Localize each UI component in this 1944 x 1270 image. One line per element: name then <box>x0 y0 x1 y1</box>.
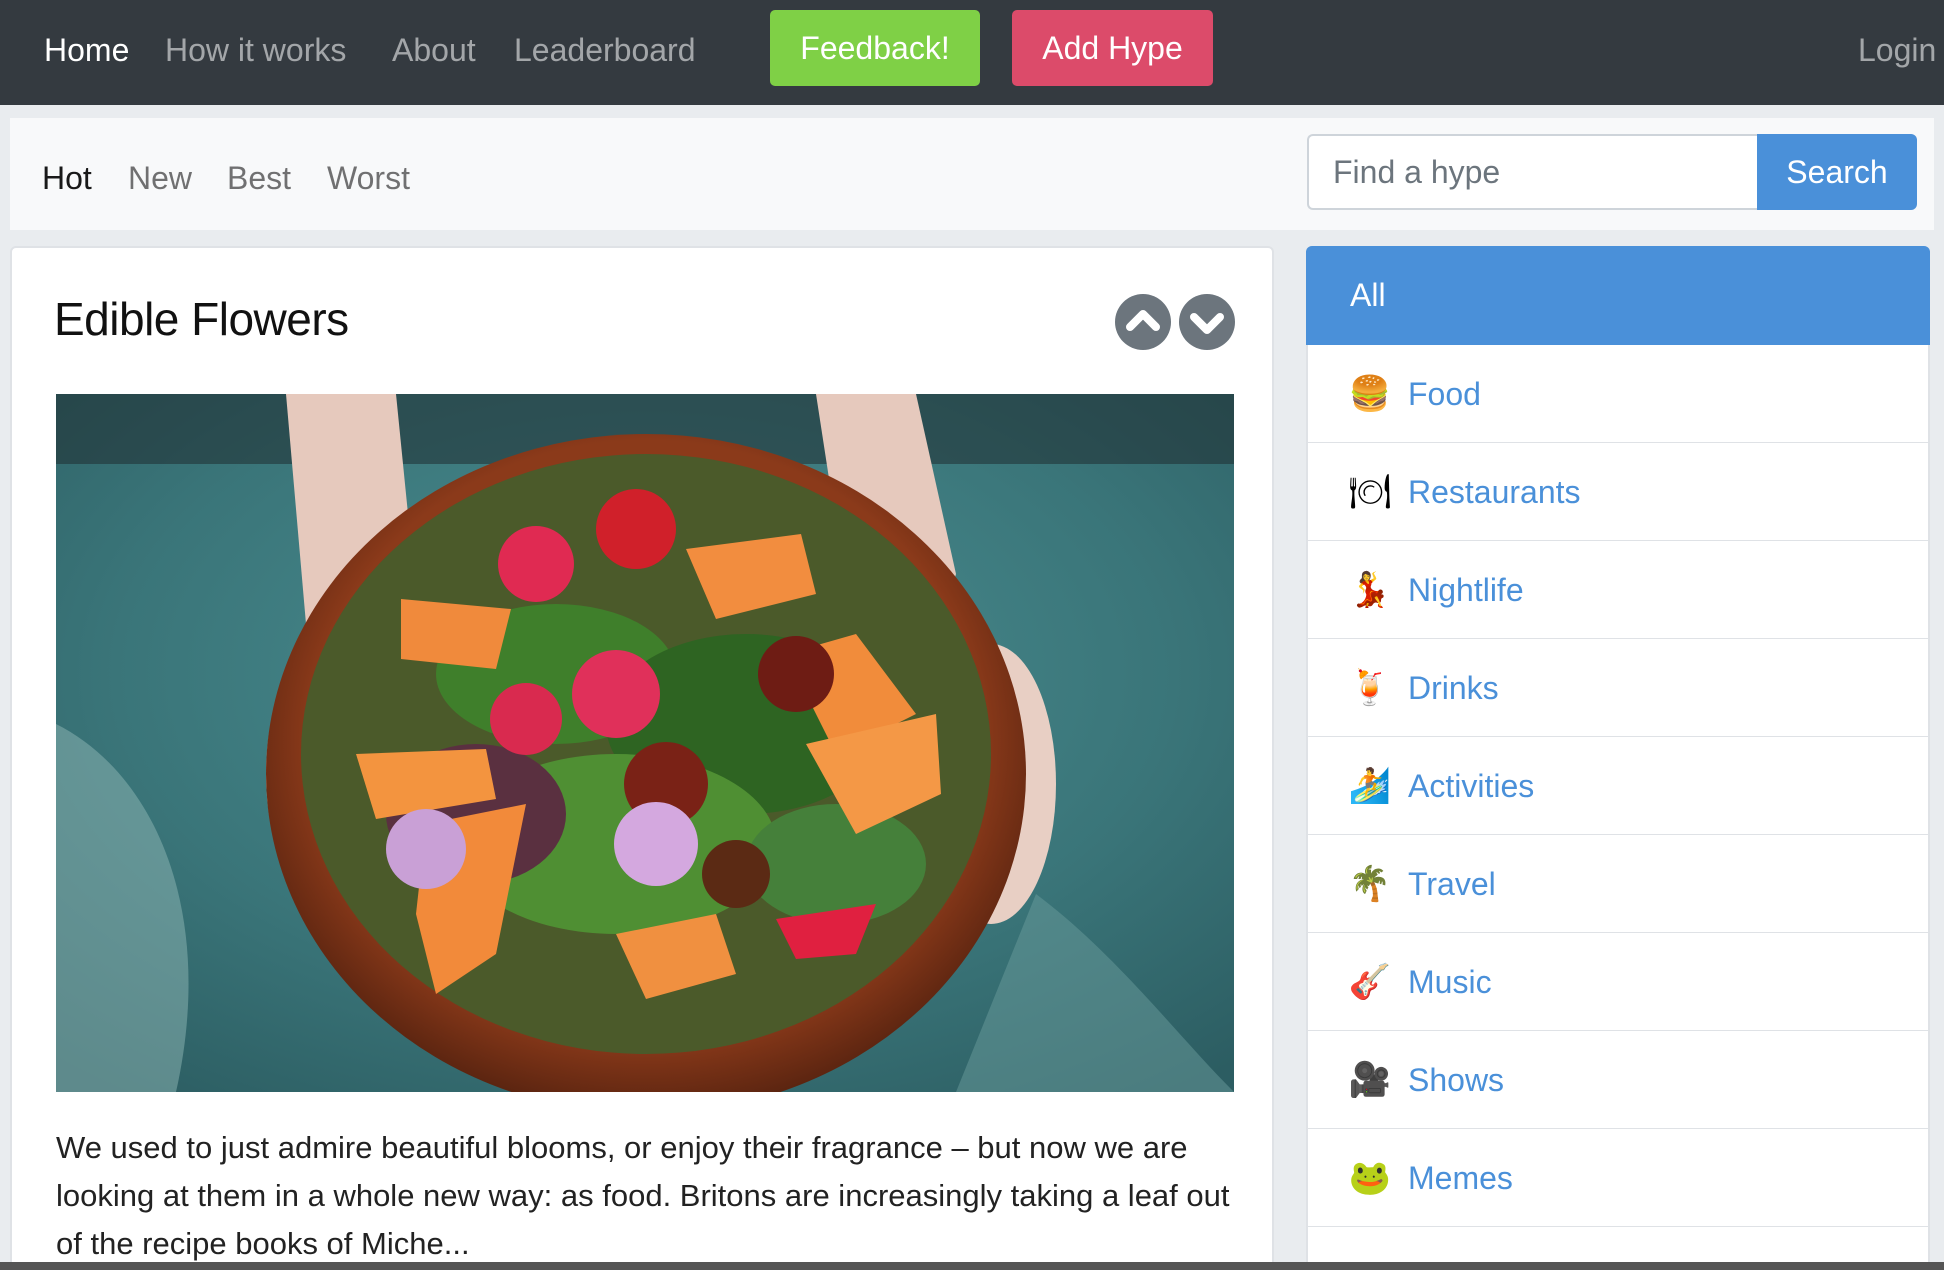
category-nightlife[interactable]: 💃 Nightlife <box>1306 541 1930 640</box>
category-label: Restaurants <box>1408 474 1581 510</box>
tropical-drink-icon: 🍹 <box>1348 669 1392 707</box>
sort-search-bar: Hot New Best Worst Search <box>10 118 1934 230</box>
window-bottom-edge <box>0 1262 1944 1270</box>
feedback-button[interactable]: Feedback! <box>770 10 980 86</box>
sort-tab-hot[interactable]: Hot <box>42 158 92 198</box>
category-food[interactable]: 🍔 Food <box>1306 345 1930 444</box>
top-navbar: Home How it works About Leaderboard Feed… <box>0 0 1944 105</box>
nav-about-link[interactable]: About <box>392 30 476 70</box>
sort-tab-worst[interactable]: Worst <box>327 158 410 198</box>
category-label: Food <box>1408 376 1481 412</box>
category-label: Nightlife <box>1408 572 1524 608</box>
post-card: Edible Flowers We used to just admire be… <box>10 246 1274 1270</box>
chevron-up-circle-icon <box>1126 310 1160 331</box>
login-link[interactable]: Login <box>1858 30 1936 70</box>
frog-icon: 🐸 <box>1348 1159 1392 1197</box>
category-label: Travel <box>1408 866 1496 902</box>
post-image[interactable] <box>56 394 1234 1092</box>
sort-tab-best[interactable]: Best <box>227 158 291 198</box>
category-label: Music <box>1408 964 1492 1000</box>
search-input[interactable] <box>1307 134 1759 210</box>
category-label: Shows <box>1408 1062 1505 1098</box>
palm-tree-icon: 🌴 <box>1348 865 1392 903</box>
movie-camera-icon: 🎥 <box>1348 1061 1392 1099</box>
category-shows[interactable]: 🎥 Shows <box>1306 1031 1930 1130</box>
sort-tab-new[interactable]: New <box>128 158 192 198</box>
surfer-icon: 🏄 <box>1348 767 1392 805</box>
nav-how-it-works-link[interactable]: How it works <box>165 30 346 70</box>
category-list: All 🍔 Food 🍽 Restaurants 💃 Nightlife 🍹 D… <box>1306 246 1930 1270</box>
category-all[interactable]: All <box>1306 246 1930 345</box>
nav-leaderboard-link[interactable]: Leaderboard <box>514 30 695 70</box>
burger-icon: 🍔 <box>1348 375 1392 413</box>
upvote-button[interactable] <box>1115 294 1171 350</box>
dancer-icon: 💃 <box>1348 571 1392 609</box>
category-music[interactable]: 🎸 Music <box>1306 933 1930 1032</box>
category-label: Activities <box>1408 768 1535 804</box>
post-title[interactable]: Edible Flowers <box>54 292 349 346</box>
category-restaurants[interactable]: 🍽 Restaurants <box>1306 443 1930 542</box>
category-memes[interactable]: 🐸 Memes <box>1306 1129 1930 1228</box>
category-activities[interactable]: 🏄 Activities <box>1306 737 1930 836</box>
category-label: Drinks <box>1408 670 1499 706</box>
downvote-button[interactable] <box>1179 294 1235 350</box>
search-button[interactable]: Search <box>1757 134 1917 210</box>
category-label: Memes <box>1408 1160 1513 1196</box>
guitar-icon: 🎸 <box>1348 963 1392 1001</box>
add-hype-button[interactable]: Add Hype <box>1012 10 1213 86</box>
category-drinks[interactable]: 🍹 Drinks <box>1306 639 1930 738</box>
post-excerpt: We used to just admire beautiful blooms,… <box>56 1130 1230 1261</box>
category-travel[interactable]: 🌴 Travel <box>1306 835 1930 934</box>
chevron-down-circle-icon <box>1190 313 1224 334</box>
nav-home-link[interactable]: Home <box>44 30 129 70</box>
plate-cutlery-icon: 🍽 <box>1348 473 1392 511</box>
category-label: All <box>1350 277 1386 313</box>
